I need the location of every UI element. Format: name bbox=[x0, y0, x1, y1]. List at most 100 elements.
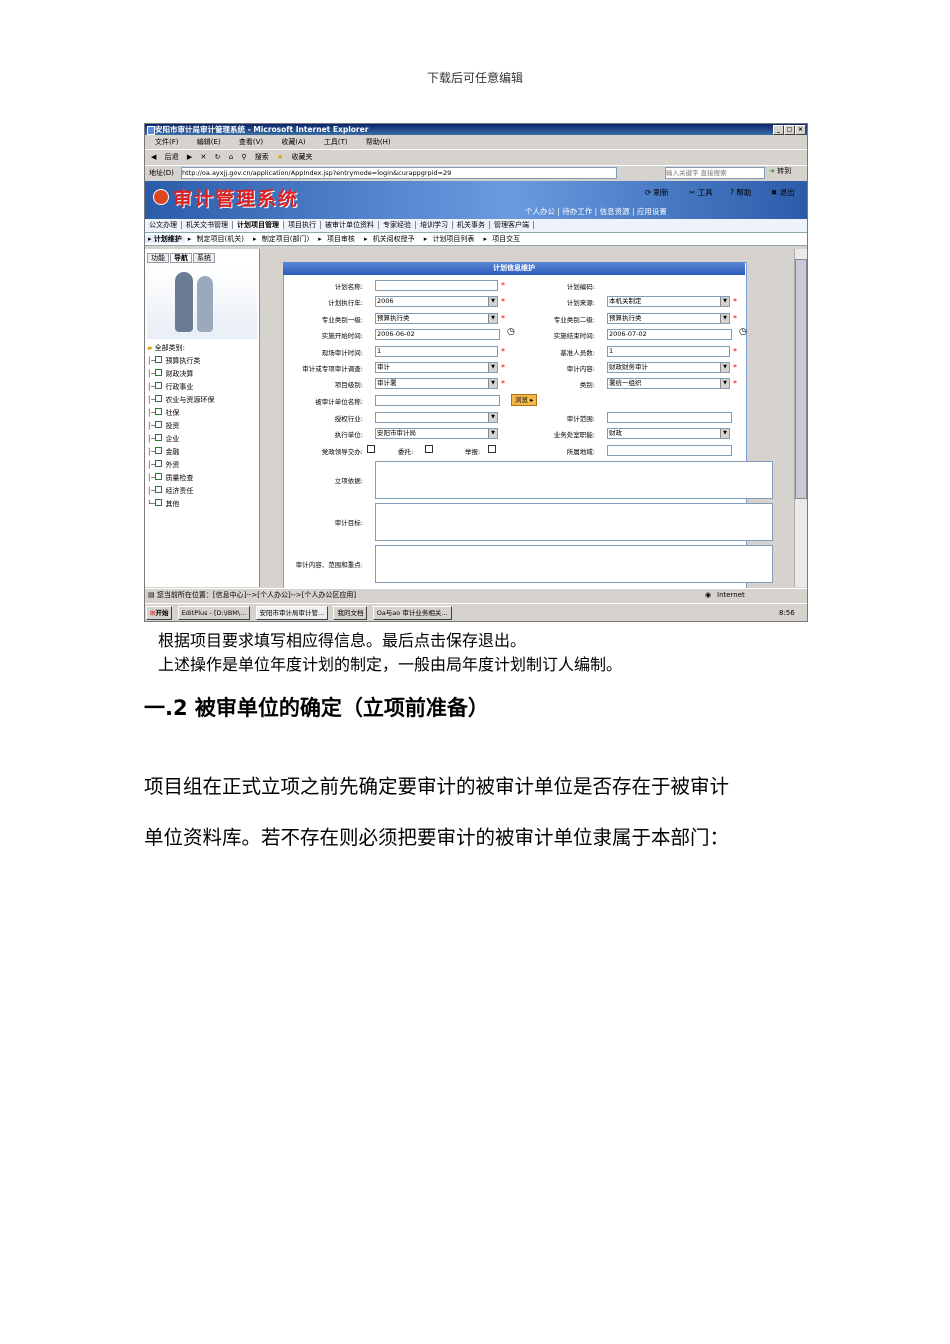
tab-module-7[interactable]: 培训学习 bbox=[416, 221, 453, 229]
tree-item[interactable]: │─ 投资 bbox=[147, 420, 214, 433]
menu-favorites[interactable]: 收藏(A) bbox=[281, 138, 305, 146]
exec-year-label: 计划执行年: bbox=[328, 299, 363, 307]
exec-unit-select[interactable]: 安阳市审计局 ▼ bbox=[375, 428, 498, 439]
search-button[interactable]: 搜索 bbox=[255, 153, 269, 161]
menu-view[interactable]: 查看(V) bbox=[239, 138, 263, 146]
category-select[interactable]: 署统一组织 ▼ bbox=[607, 378, 730, 389]
close-icon[interactable]: × bbox=[795, 125, 806, 135]
tree-item[interactable]: │─ 行政事业 bbox=[147, 381, 214, 394]
tree-item[interactable]: │─ 金融 bbox=[147, 446, 214, 459]
tools-link[interactable]: ✂ 工具 bbox=[689, 187, 713, 198]
auditee-input[interactable] bbox=[375, 395, 500, 406]
subtab-1[interactable]: ▸ 计划维护 bbox=[145, 235, 185, 243]
audit-content-select[interactable]: 财政财务审计 ▼ bbox=[607, 362, 730, 373]
scrollbar-thumb[interactable] bbox=[795, 259, 807, 499]
search-icon[interactable]: ⚲ bbox=[241, 153, 246, 161]
go-button[interactable]: ➔ 转到 bbox=[769, 166, 791, 176]
address-input[interactable]: http://oa.ayxjj.gov.cn/application/AppIn… bbox=[181, 167, 617, 179]
checkbox-icon bbox=[155, 447, 163, 454]
tree-item[interactable]: │─ 农业与资源环保 bbox=[147, 394, 214, 407]
tree-item[interactable]: │─ 质量检查 bbox=[147, 472, 214, 485]
menu-help[interactable]: 帮助(H) bbox=[366, 138, 391, 146]
body-line-2: 上述操作是单位年度计划的制定，一般由局年度计划制订人编制。 bbox=[158, 655, 623, 674]
taskbar-item[interactable]: EditPlus - [D:\IBM\... bbox=[177, 606, 251, 620]
top-nav[interactable]: 个人办公 | 待办工作 | 信息资源 | 应用设置 bbox=[525, 206, 667, 217]
entrust-checkbox[interactable] bbox=[425, 445, 433, 453]
tab-module-2[interactable]: 机关文书管理 bbox=[182, 221, 233, 229]
tree-item[interactable]: │─ 财政决算 bbox=[147, 368, 214, 381]
subtab-3[interactable]: ▸ 制定项目(部门) bbox=[250, 235, 315, 243]
refresh-icon[interactable]: ↻ bbox=[215, 153, 221, 161]
scope-input[interactable] bbox=[607, 412, 732, 423]
industry-select[interactable]: ▼ bbox=[375, 412, 498, 423]
staff-count-input[interactable]: 1 bbox=[607, 346, 730, 357]
tree-item[interactable]: │─ 社保 bbox=[147, 407, 214, 420]
back-button[interactable]: 后退 bbox=[165, 153, 179, 161]
subtab-4[interactable]: ▸ 项目审核 bbox=[315, 235, 361, 243]
subtab-2[interactable]: ▸ 制定项目(机关) bbox=[185, 235, 250, 243]
onsite-days-input[interactable]: 1 bbox=[375, 346, 498, 357]
exec-year-select[interactable]: 2006 ▼ bbox=[375, 296, 498, 307]
calendar-icon[interactable]: ◷ bbox=[507, 327, 515, 337]
go-label: 转到 bbox=[777, 167, 792, 175]
tab-module-4[interactable]: 项目执行 bbox=[284, 221, 321, 229]
help-link[interactable]: ? 帮助 bbox=[730, 187, 751, 198]
end-date-input[interactable]: 2006-07-02 bbox=[607, 329, 732, 340]
star-icon[interactable]: ★ bbox=[277, 153, 283, 161]
taskbar-item[interactable]: 我的文档 bbox=[333, 606, 368, 620]
favorites-button[interactable]: 收藏夹 bbox=[292, 153, 313, 161]
refresh-link[interactable]: ⟳ 刷新 bbox=[645, 187, 669, 198]
audit-type-select[interactable]: 审计 ▼ bbox=[375, 362, 498, 373]
dept-select[interactable]: 财政 ▼ bbox=[607, 428, 730, 439]
search-input[interactable]: 输入关键字 直接搜索 bbox=[665, 167, 765, 179]
body-line-1: 根据项目要求填写相应得信息。最后点击保存退出。 bbox=[158, 631, 527, 650]
menu-tools[interactable]: 工具(T) bbox=[324, 138, 348, 146]
back-icon[interactable]: ◀ bbox=[151, 153, 156, 161]
plan-name-input[interactable] bbox=[375, 280, 498, 291]
project-level-select[interactable]: 审计署 ▼ bbox=[375, 378, 498, 389]
tab-function[interactable]: 功能 bbox=[147, 253, 169, 263]
tab-navigation[interactable]: 导航 bbox=[170, 253, 192, 263]
calendar-icon[interactable]: ◷ bbox=[739, 327, 747, 337]
chevron-down-icon: ▼ bbox=[720, 297, 729, 306]
taskbar-item[interactable]: Oa与ao 审计业务相关... bbox=[372, 606, 452, 620]
tree-item[interactable]: │─ 外资 bbox=[147, 459, 214, 472]
focus-textarea[interactable] bbox=[375, 545, 773, 583]
stop-icon[interactable]: ✕ bbox=[200, 153, 206, 161]
leader-assigned-checkbox[interactable] bbox=[367, 445, 375, 453]
browse-button[interactable]: 浏览 ▸ bbox=[511, 394, 538, 406]
menu-edit[interactable]: 编辑(E) bbox=[197, 138, 221, 146]
basis-textarea[interactable] bbox=[375, 461, 773, 499]
taskbar-item-active[interactable]: 安阳市审计局审计管... bbox=[255, 606, 329, 620]
menu-file[interactable]: 文件(F) bbox=[155, 138, 179, 146]
maximize-icon[interactable]: □ bbox=[784, 125, 795, 135]
tab-module-9[interactable]: 管理客户端 bbox=[490, 221, 534, 229]
home-icon[interactable]: ⌂ bbox=[229, 153, 233, 161]
tab-module-5[interactable]: 被审计单位资料 bbox=[321, 221, 379, 229]
tree-item[interactable]: │─ 企业 bbox=[147, 433, 214, 446]
start-button[interactable]: ⊞开始 bbox=[146, 606, 173, 620]
tree-item[interactable]: │─ 经济责任 bbox=[147, 485, 214, 498]
start-date-input[interactable]: 2006-06-02 bbox=[375, 329, 500, 340]
report-checkbox[interactable] bbox=[488, 445, 496, 453]
logout-link[interactable]: ✖ 退出 bbox=[771, 187, 795, 198]
goal-textarea[interactable] bbox=[375, 503, 773, 541]
tab-module-6[interactable]: 专家经验 bbox=[379, 221, 416, 229]
tab-module-3[interactable]: 计划项目管理 bbox=[233, 221, 284, 229]
subtab-7[interactable]: ▸ 项目交互 bbox=[480, 235, 526, 243]
source-select[interactable]: 本机关制定 ▼ bbox=[607, 296, 730, 307]
subtab-6[interactable]: ▸ 计划项目列表 bbox=[421, 235, 481, 243]
cat1-select[interactable]: 预算执行类 ▼ bbox=[375, 313, 498, 324]
forward-icon[interactable]: ▶ bbox=[187, 153, 192, 161]
chevron-down-icon: ▼ bbox=[720, 363, 729, 372]
tab-system[interactable]: 系统 bbox=[193, 253, 215, 263]
tree-root[interactable]: ▰ 全部类别: bbox=[147, 342, 214, 355]
cat2-select[interactable]: 预算执行类 ▼ bbox=[607, 313, 730, 324]
tree-item[interactable]: │─ 预算执行类 bbox=[147, 355, 214, 368]
tab-module-1[interactable]: 公文办理 bbox=[145, 221, 182, 229]
region-input[interactable] bbox=[607, 445, 732, 456]
tab-module-8[interactable]: 机关事务 bbox=[453, 221, 490, 229]
tree-item[interactable]: └─ 其他 bbox=[147, 498, 214, 511]
minimize-icon[interactable]: _ bbox=[773, 125, 784, 135]
subtab-5[interactable]: ▸ 机关阅权授予 bbox=[361, 235, 421, 243]
